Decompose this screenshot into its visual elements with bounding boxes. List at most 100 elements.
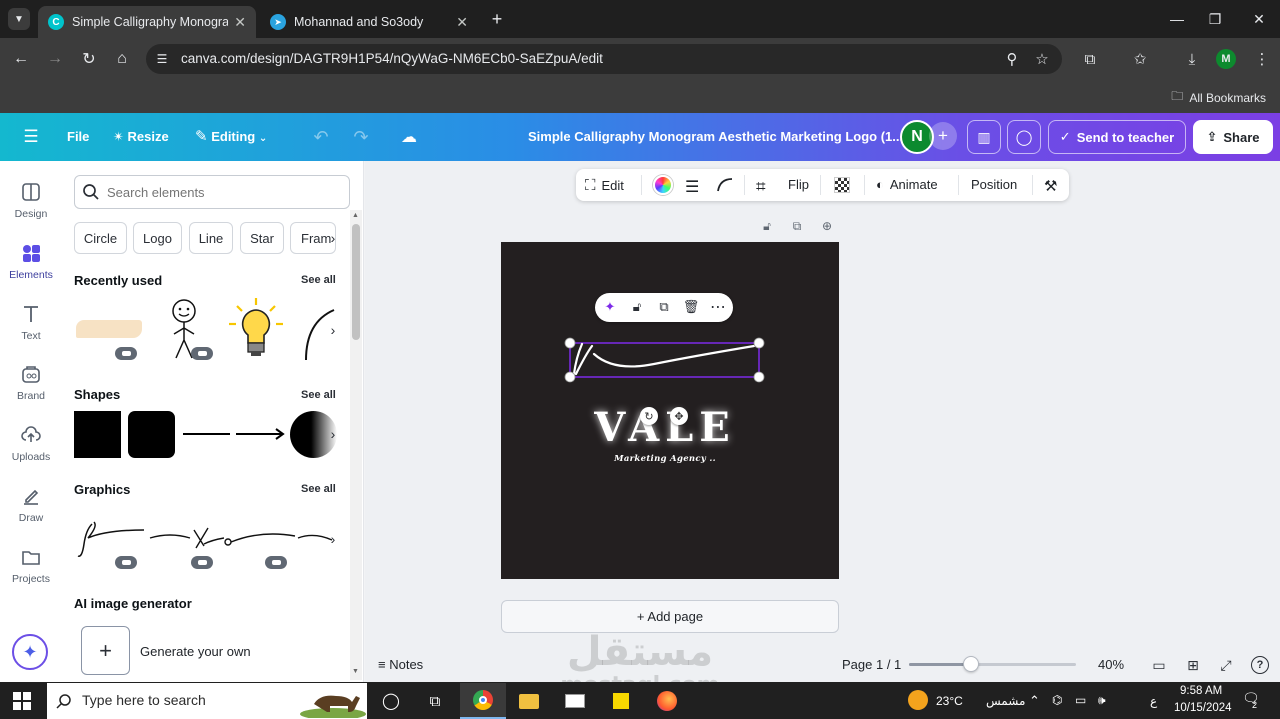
help-icon[interactable]: ?: [1251, 656, 1269, 674]
generate-button[interactable]: +: [81, 626, 130, 675]
undo-button[interactable]: ↶: [306, 120, 336, 154]
network-icon[interactable]: ⌬: [1052, 693, 1062, 707]
grid-view-icon[interactable]: ⊞: [1184, 656, 1202, 674]
notifications-icon[interactable]: 🗨: [1242, 690, 1260, 707]
close-icon[interactable]: ✕: [456, 14, 468, 31]
url-text[interactable]: canva.com/design/DAGTR9H1P54/nQyWaG-NM6E…: [181, 51, 603, 66]
chevron-right-icon[interactable]: ›: [322, 528, 344, 550]
rail-draw[interactable]: Draw: [0, 485, 62, 524]
recent-item-lightbulb[interactable]: [227, 296, 285, 362]
page-indicator[interactable]: Page 1 / 1: [842, 657, 901, 672]
new-tab-button[interactable]: +: [486, 8, 508, 30]
send-to-teacher-button[interactable]: ✓ Send to teacher: [1048, 120, 1186, 154]
menu-icon[interactable]: ⋮: [1252, 49, 1272, 69]
resize-button[interactable]: ✴ Resize: [113, 129, 169, 145]
volume-icon[interactable]: 🕪: [1098, 693, 1106, 708]
rail-text[interactable]: Text: [0, 303, 62, 342]
panel-scroll-thumb[interactable]: [352, 224, 360, 340]
rail-brand[interactable]: Brand: [0, 363, 62, 402]
firefox-icon[interactable]: [644, 683, 690, 719]
recent-item-brush-stroke[interactable]: [76, 320, 142, 338]
add-collaborator-button[interactable]: +: [929, 122, 957, 150]
chevron-right-icon[interactable]: ›: [322, 423, 344, 445]
magic-edit-icon[interactable]: ✦: [601, 298, 619, 316]
keyboard-language[interactable]: ع: [1150, 694, 1157, 708]
share-button[interactable]: ⇪ Share: [1193, 120, 1273, 154]
search-input[interactable]: [107, 183, 337, 201]
rotate-handle-icon[interactable]: ↻: [640, 407, 658, 425]
shape-line[interactable]: [183, 433, 230, 435]
close-icon[interactable]: ✕: [234, 14, 246, 31]
chip-circle[interactable]: Circle: [74, 222, 127, 254]
tab-telegram[interactable]: ➤ Mohannad and So3ody ✕: [260, 6, 478, 38]
battery-icon[interactable]: ▭: [1075, 693, 1086, 707]
clock-date[interactable]: 10/15/2024: [1174, 702, 1232, 714]
rail-design[interactable]: Design: [0, 181, 62, 220]
task-view-icon[interactable]: ◯: [368, 683, 414, 719]
shape-rounded-square[interactable]: [128, 411, 175, 458]
trash-icon[interactable]: 🗑: [682, 298, 700, 316]
scroll-down-icon[interactable]: ▼: [352, 668, 359, 675]
brand-tagline[interactable]: Marketing Agency ..: [598, 454, 732, 464]
flip-button[interactable]: Flip: [788, 177, 809, 192]
color-wheel-icon[interactable]: [653, 175, 673, 195]
profile-avatar[interactable]: M: [1216, 49, 1236, 69]
sticky-notes-icon[interactable]: [598, 683, 644, 719]
windows-start-icon[interactable]: [13, 692, 31, 710]
reload-button[interactable]: ↻: [76, 46, 102, 72]
paint-roller-icon[interactable]: ⚒: [1044, 177, 1057, 195]
site-info-icon[interactable]: ☰: [152, 49, 172, 69]
comments-button[interactable]: ◯: [1007, 120, 1041, 154]
see-all-graphics[interactable]: See all: [301, 483, 336, 495]
file-explorer-icon[interactable]: [506, 683, 552, 719]
mail-icon[interactable]: [552, 683, 598, 719]
home-button[interactable]: ⌂: [109, 46, 135, 72]
fullscreen-icon[interactable]: ⤢: [1217, 656, 1235, 674]
add-page-icon[interactable]: ⊕: [819, 218, 835, 234]
chevron-right-icon[interactable]: ›: [322, 319, 344, 341]
position-button[interactable]: Position: [971, 177, 1017, 192]
close-window-button[interactable]: ✕: [1244, 8, 1274, 30]
rail-uploads[interactable]: Uploads: [0, 424, 62, 463]
graphic-signature-2[interactable]: [148, 522, 224, 552]
transparency-icon[interactable]: [834, 177, 850, 193]
maximize-button[interactable]: ❐: [1200, 8, 1230, 30]
zoom-slider-knob[interactable]: [962, 656, 979, 672]
chip-star[interactable]: Star: [240, 222, 284, 254]
chip-line[interactable]: Line: [189, 222, 233, 254]
bookmarks-list-icon[interactable]: ✩: [1130, 49, 1150, 69]
zoom-icon[interactable]: ⚲: [1002, 49, 1022, 69]
file-menu[interactable]: File: [67, 129, 89, 144]
chevron-up-icon[interactable]: ⌃: [1029, 693, 1040, 709]
tab-canva[interactable]: C Simple Calligraphy Monogram ✕: [38, 6, 256, 38]
chrome-taskbar-icon[interactable]: [460, 683, 506, 719]
minimize-button[interactable]: —: [1162, 8, 1192, 30]
selected-signature-graphic[interactable]: [560, 334, 770, 389]
scroll-up-icon[interactable]: ▲: [352, 212, 359, 219]
see-all-recent[interactable]: See all: [301, 274, 336, 286]
cloud-save-icon[interactable]: ☁: [394, 120, 424, 154]
weather-icon[interactable]: [908, 690, 928, 710]
more-options-icon[interactable]: ⋯: [709, 298, 727, 316]
forward-button[interactable]: →: [42, 46, 68, 72]
graphic-signature-3[interactable]: [222, 526, 298, 550]
weather-text[interactable]: مشمس: [986, 694, 1025, 708]
move-handle-icon[interactable]: ✥: [670, 407, 688, 425]
generate-label[interactable]: Generate your own: [140, 644, 251, 659]
lock-page-icon[interactable]: 🔓︎: [759, 218, 775, 234]
tab-search-button[interactable]: ▼: [8, 8, 30, 30]
see-all-shapes[interactable]: See all: [301, 389, 336, 401]
chevron-right-icon[interactable]: ›: [322, 227, 344, 249]
shape-arrow[interactable]: [236, 427, 286, 441]
page-view-icon[interactable]: ▭: [1150, 656, 1168, 674]
notes-button[interactable]: ≡ Notes: [378, 657, 423, 672]
multitask-icon[interactable]: ⧉: [412, 683, 458, 719]
download-icon[interactable]: ⤓: [1182, 49, 1202, 69]
magic-assistant-button[interactable]: ✦: [12, 634, 48, 670]
weather-temp[interactable]: 23°C: [936, 694, 963, 708]
shape-square[interactable]: [74, 411, 121, 458]
insights-button[interactable]: ▥: [967, 120, 1001, 154]
lock-icon[interactable]: 🔓︎: [628, 298, 646, 316]
clock-time[interactable]: 9:58 AM: [1180, 685, 1222, 697]
main-menu-button[interactable]: ☰: [14, 120, 48, 154]
